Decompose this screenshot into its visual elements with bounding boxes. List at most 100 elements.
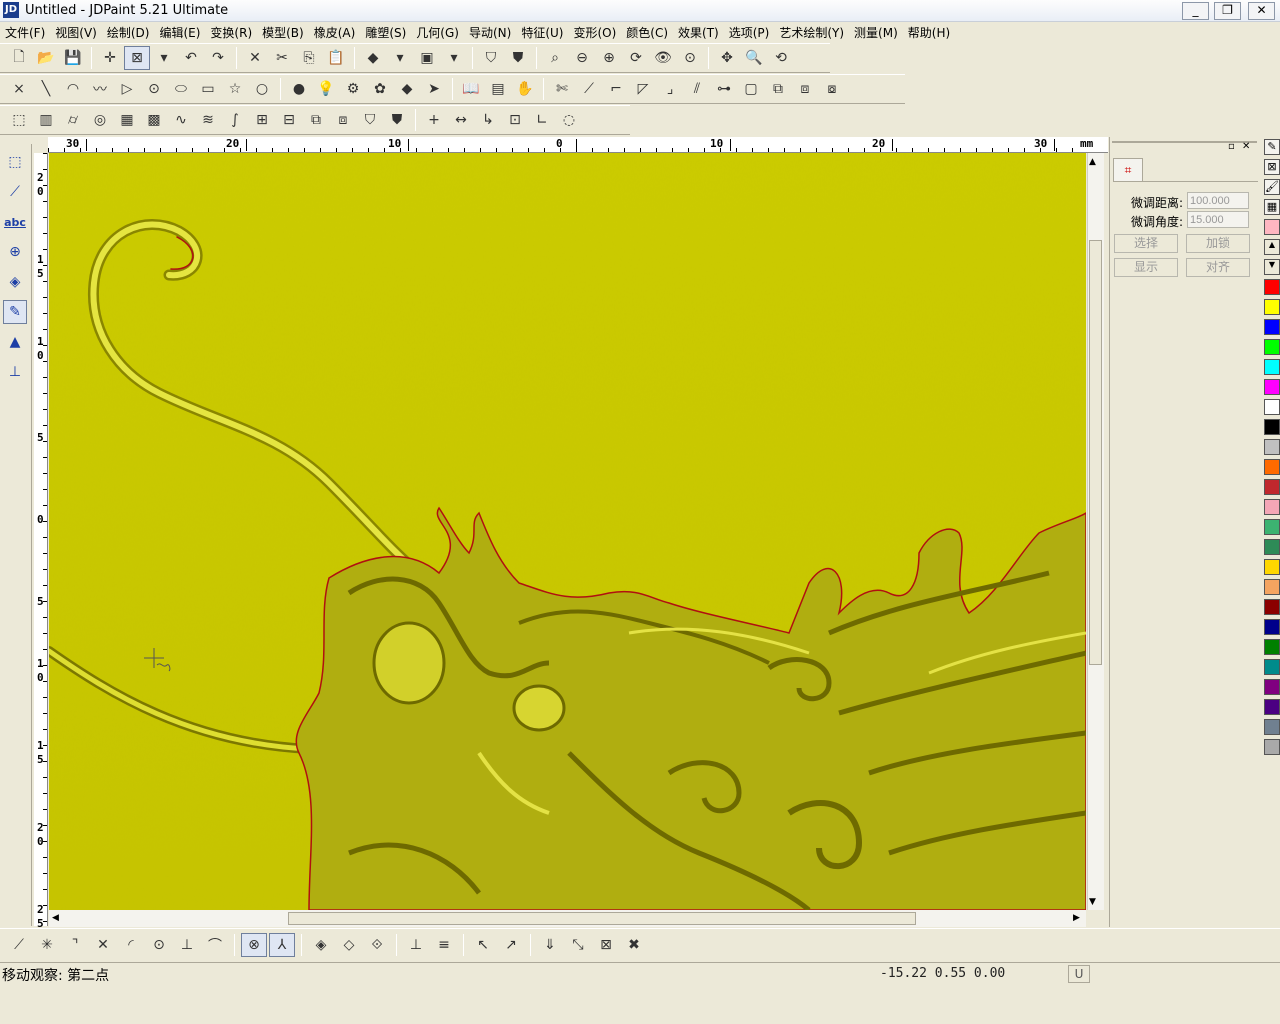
scroll-right-arrow-icon[interactable]: ▶	[1073, 913, 1080, 923]
columns-icon[interactable]: ▥	[33, 108, 59, 132]
width-icon[interactable]: ↔	[448, 108, 474, 132]
menu-item-13[interactable]: 效果(T)	[673, 22, 724, 42]
close-button[interactable]: ✕	[1248, 2, 1275, 20]
select-button[interactable]: 选择	[1114, 234, 1178, 253]
unit-indicator[interactable]: U	[1068, 965, 1090, 983]
snap-perp-icon[interactable]: ⊥	[174, 933, 200, 957]
show-button[interactable]: 显示	[1114, 258, 1178, 277]
brush-icon[interactable]: 🖌	[1264, 179, 1280, 195]
arrow-right-icon[interactable]: ➤	[421, 77, 447, 101]
snap-diamond-icon[interactable]: ◈	[308, 933, 334, 957]
scroll-left-arrow-icon[interactable]: ◀	[52, 913, 59, 923]
group-icon[interactable]: ⧉	[765, 77, 791, 101]
menu-item-11[interactable]: 变形(O)	[568, 22, 621, 42]
bulb-green-icon[interactable]: ●	[286, 77, 312, 101]
palette-up-icon[interactable]: ▲	[1264, 239, 1280, 255]
panel-tab-icon[interactable]: ⌗	[1113, 158, 1143, 182]
color-swatch[interactable]	[1264, 559, 1280, 575]
dropdown-arrow-icon[interactable]: ▾	[151, 46, 177, 70]
menu-item-15[interactable]: 艺术绘制(Y)	[774, 22, 849, 42]
measure-icon[interactable]: ⊥	[3, 360, 27, 384]
circle-icon[interactable]: ⊙	[141, 77, 167, 101]
step-icon[interactable]: ↳	[475, 108, 501, 132]
book-icon[interactable]: 📖	[458, 77, 484, 101]
color-swatch[interactable]	[1264, 599, 1280, 615]
snap-point-icon[interactable]: ⊗	[241, 932, 267, 957]
menu-item-10[interactable]: 特征(U)	[516, 22, 568, 42]
point-icon[interactable]: ×	[6, 77, 32, 101]
ungroup-icon[interactable]: ⧈	[792, 77, 818, 101]
menu-item-16[interactable]: 测量(M)	[849, 22, 903, 42]
delete-icon[interactable]: ✕	[242, 46, 268, 70]
align-bottom-icon[interactable]: ⊥	[403, 933, 429, 957]
hatch-icon[interactable]: ▤	[485, 77, 511, 101]
new-file-icon[interactable]: 🗋	[6, 46, 32, 70]
palette-down-icon[interactable]: ▼	[1264, 259, 1280, 275]
hand-icon[interactable]: ✋	[512, 77, 538, 101]
color-swatch[interactable]	[1264, 299, 1280, 315]
color-swatch[interactable]	[1264, 699, 1280, 715]
menu-item-14[interactable]: 选项(P)	[724, 22, 775, 42]
pencil-icon[interactable]: ✎	[3, 300, 27, 324]
scroll-down-arrow-icon[interactable]: ▼	[1089, 897, 1096, 907]
snap-diamond2-icon[interactable]: ◇	[336, 933, 362, 957]
shield-fill-icon[interactable]: ⛊	[505, 46, 531, 70]
model-box-icon[interactable]: ⬚	[6, 108, 32, 132]
color-swatch[interactable]	[1264, 379, 1280, 395]
relief-canvas[interactable]	[49, 153, 1086, 910]
snap-diamond3-icon[interactable]: ⟐	[364, 933, 390, 957]
crosshair-icon[interactable]: ✛	[97, 46, 123, 70]
polyline-icon[interactable]: 〰	[87, 77, 113, 101]
zoom-icon[interactable]: 🔍	[741, 46, 767, 70]
undo-icon[interactable]: ↶	[178, 46, 204, 70]
scroll-up-arrow-icon[interactable]: ▲	[1089, 157, 1096, 167]
rectangle-icon[interactable]: ▭	[195, 77, 221, 101]
snap-line-icon[interactable]: ⟋	[6, 933, 32, 957]
mesh-icon[interactable]: ⊞	[249, 108, 275, 132]
layers-icon[interactable]: ⧇	[819, 77, 845, 101]
cross-box-icon[interactable]: ⊠	[1264, 159, 1280, 175]
snap-tangent-icon[interactable]: ⌒	[202, 933, 228, 957]
angle-input[interactable]	[1187, 211, 1249, 228]
menu-item-3[interactable]: 编辑(E)	[154, 22, 205, 42]
triangle-icon[interactable]: ▷	[114, 77, 140, 101]
text-abc-icon[interactable]: abc	[3, 210, 27, 234]
panel-grip[interactable]	[1112, 141, 1257, 154]
restore-button[interactable]: ❐	[1214, 2, 1241, 20]
plus-icon[interactable]: +	[421, 108, 447, 132]
cut-icon[interactable]: ✂	[269, 46, 295, 70]
menu-item-9[interactable]: 导动(N)	[464, 22, 516, 42]
color-swatch[interactable]	[1264, 419, 1280, 435]
panel-close-icon[interactable]: ✕	[1242, 141, 1250, 152]
ellipse-icon[interactable]: ⬭	[168, 77, 194, 101]
menu-item-17[interactable]: 帮助(H)	[903, 22, 955, 42]
zoom-minus-icon[interactable]: ⊖	[569, 46, 595, 70]
zoom-window-icon[interactable]: ⌕	[542, 46, 568, 70]
menu-item-6[interactable]: 橡皮(A)	[309, 22, 361, 42]
chamfer-icon[interactable]: ◸	[630, 77, 656, 101]
snap-arc-icon[interactable]: ◜	[118, 933, 144, 957]
color-swatch[interactable]	[1264, 439, 1280, 455]
wave-dense-icon[interactable]: ≋	[195, 108, 221, 132]
link-icon[interactable]: ⊶	[711, 77, 737, 101]
gear-cluster-icon[interactable]: ⚙	[340, 77, 366, 101]
frame-icon[interactable]: ▢	[738, 77, 764, 101]
mask-shield-icon[interactable]: ⛉	[478, 46, 504, 70]
arc-icon[interactable]: ◠	[60, 77, 86, 101]
cursor-x-icon[interactable]: ↖	[470, 933, 496, 957]
color-swatch[interactable]	[1264, 579, 1280, 595]
sculpt-icon[interactable]: ◈	[3, 270, 27, 294]
diamond-icon[interactable]: ◆	[394, 77, 420, 101]
lasso-icon[interactable]: ◌	[556, 108, 582, 132]
open-file-icon[interactable]: 📂	[33, 46, 59, 70]
dropdown-arrow-icon[interactable]: ▾	[387, 46, 413, 70]
zoom-refresh-icon[interactable]: ⟳	[623, 46, 649, 70]
cylinder-icon[interactable]: ⌭	[60, 108, 86, 132]
cursor-red-x-icon[interactable]: ↗	[498, 933, 524, 957]
dropdown-arrow-icon[interactable]: ▾	[441, 46, 467, 70]
zoom-fit-icon[interactable]: ⊙	[677, 46, 703, 70]
shield-gray-icon[interactable]: ⛉	[357, 108, 383, 132]
star-icon[interactable]: ☆	[222, 77, 248, 101]
block-icon[interactable]: ▦	[114, 108, 140, 132]
fillet-icon[interactable]: ⌐	[603, 77, 629, 101]
